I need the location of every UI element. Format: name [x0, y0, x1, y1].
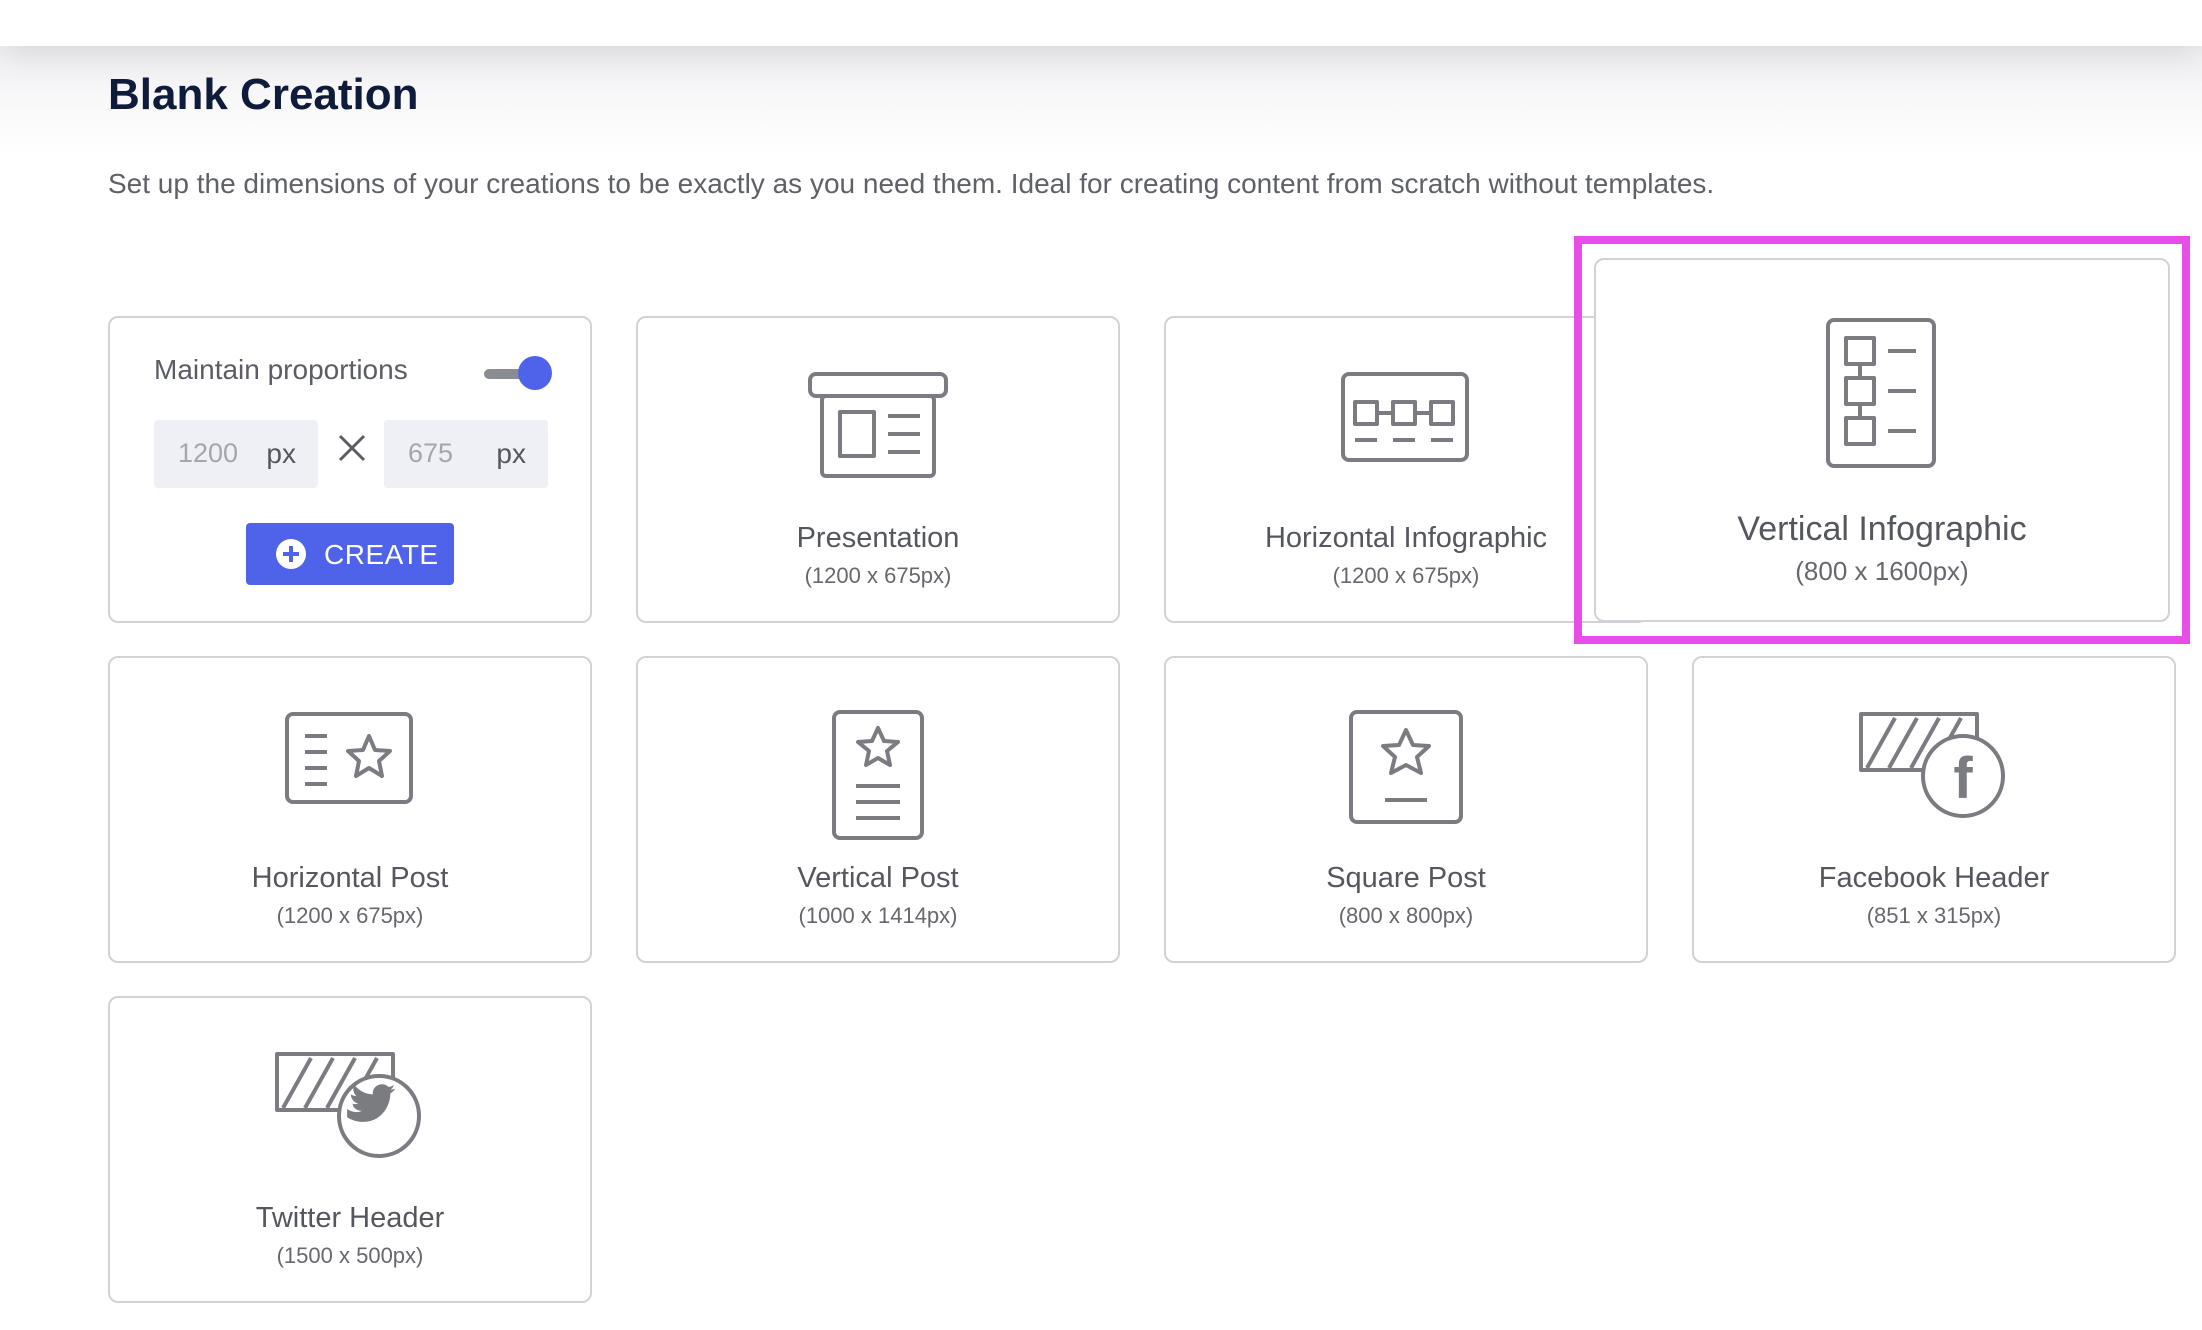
format-card-twitter-header[interactable]: Twitter Header (1500 x 500px) — [108, 996, 592, 1303]
twitter-header-icon — [275, 1052, 421, 1158]
page-description: Set up the dimensions of your creations … — [108, 168, 1715, 199]
height-unit: px — [496, 438, 526, 469]
format-card-horizontal-infographic[interactable]: Horizontal Infographic (1200 x 675px) — [1164, 316, 1648, 623]
horizontal-infographic-icon — [1341, 372, 1469, 462]
format-name: Horizontal Infographic — [1264, 522, 1548, 554]
format-size: (800 x 1600px) — [1795, 556, 1969, 586]
top-bar — [0, 0, 2202, 46]
height-input[interactable]: 675 px — [384, 420, 548, 488]
format-name: Facebook Header — [1818, 862, 2050, 894]
format-card-presentation[interactable]: Presentation (1200 x 675px) — [636, 316, 1120, 623]
maintain-proportions-toggle[interactable] — [484, 356, 552, 392]
page-title: Blank Creation — [108, 70, 419, 119]
maintain-proportions-label: Maintain proportions — [154, 354, 408, 385]
format-size: (1200 x 675px) — [804, 563, 952, 588]
create-button[interactable]: CREATE — [246, 523, 454, 585]
format-size: (1200 x 675px) — [1332, 563, 1480, 588]
format-name: Square Post — [1326, 862, 1486, 894]
multiply-icon — [338, 434, 366, 462]
format-card-vertical-post[interactable]: Vertical Post (1000 x 1414px) — [636, 656, 1120, 963]
format-size: (851 x 315px) — [1866, 903, 2002, 928]
format-name: Vertical Infographic — [1737, 510, 2027, 548]
format-size: (800 x 800px) — [1338, 903, 1474, 928]
vertical-infographic-icon — [1826, 318, 1936, 468]
plus-circle-icon — [276, 539, 306, 569]
format-size: (1200 x 675px) — [276, 903, 424, 928]
width-unit: px — [266, 438, 296, 469]
width-value: 1200 — [178, 438, 239, 468]
format-card-square-post[interactable]: Square Post (800 x 800px) — [1164, 656, 1648, 963]
height-value: 675 — [408, 438, 454, 468]
format-card-facebook-header[interactable]: f Facebook Header (851 x 315px) — [1692, 656, 2176, 963]
vertical-post-icon — [832, 710, 924, 840]
horizontal-post-icon — [285, 712, 413, 804]
svg-text:f: f — [1953, 746, 1973, 811]
facebook-header-icon: f — [1859, 712, 2005, 818]
presentation-icon — [808, 372, 948, 478]
format-name: Presentation — [796, 522, 960, 554]
custom-size-card: Maintain proportions 1200 px 675 px CREA… — [108, 316, 592, 623]
toggle-knob — [518, 356, 552, 390]
format-name: Horizontal Post — [251, 862, 449, 894]
square-post-icon — [1349, 710, 1463, 824]
format-name: Vertical Post — [797, 862, 959, 894]
format-card-horizontal-post[interactable]: Horizontal Post (1200 x 675px) — [108, 656, 592, 963]
format-size: (1500 x 500px) — [276, 1243, 424, 1268]
format-name: Twitter Header — [255, 1202, 445, 1234]
format-size: (1000 x 1414px) — [798, 903, 958, 928]
create-label: CREATE — [324, 539, 439, 570]
width-input[interactable]: 1200 px — [154, 420, 318, 488]
format-card-vertical-infographic[interactable]: Vertical Infographic (800 x 1600px) — [1594, 258, 2170, 622]
